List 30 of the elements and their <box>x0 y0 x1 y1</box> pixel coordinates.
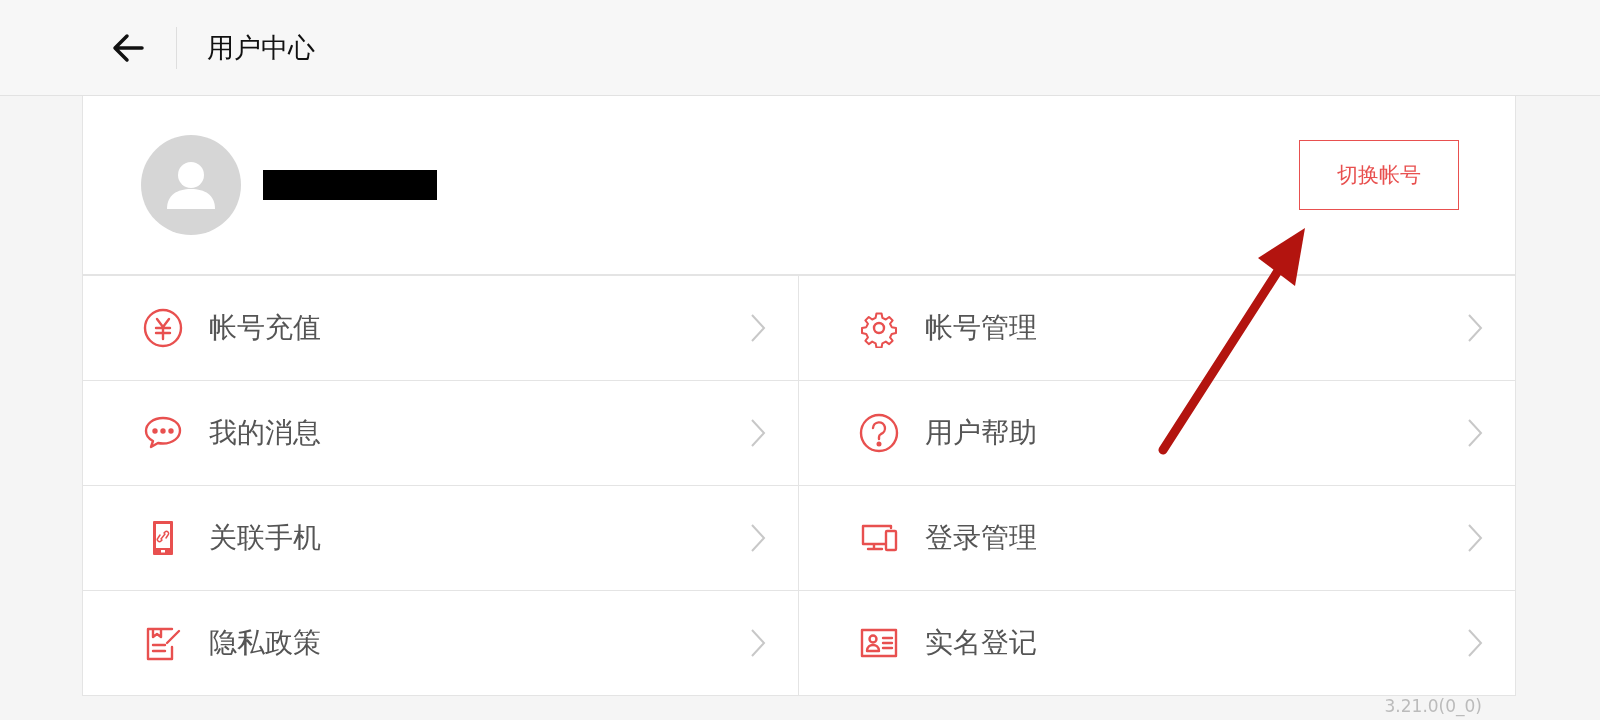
menu-item[interactable]: 关联手机 <box>83 486 799 591</box>
menu-label: 帐号充值 <box>209 310 321 346</box>
switch-account-button[interactable]: 切换帐号 <box>1299 140 1459 210</box>
help-icon <box>859 413 899 453</box>
page-title: 用户中心 <box>207 30 315 65</box>
version-text: 3.21.0(0_0) <box>1384 696 1482 716</box>
menu-item[interactable]: 实名登记 <box>799 591 1515 695</box>
menu-item[interactable]: 帐号管理 <box>799 276 1515 381</box>
chevron-right-icon <box>1467 523 1483 553</box>
chevron-right-icon <box>750 418 766 448</box>
chevron-right-icon <box>1467 418 1483 448</box>
menu-label: 我的消息 <box>209 415 321 451</box>
chevron-right-icon <box>1467 628 1483 658</box>
chevron-right-icon <box>750 313 766 343</box>
chevron-right-icon <box>1467 313 1483 343</box>
menu-item[interactable]: 帐号充值 <box>83 276 799 381</box>
chevron-right-icon <box>750 523 766 553</box>
menu-label: 帐号管理 <box>925 310 1037 346</box>
chevron-right-icon <box>750 628 766 658</box>
menu-label: 用户帮助 <box>925 415 1037 451</box>
menu-item[interactable]: 用户帮助 <box>799 381 1515 486</box>
menu-label: 登录管理 <box>925 520 1037 556</box>
avatar-icon <box>141 135 241 235</box>
menu-item[interactable]: 隐私政策 <box>83 591 799 695</box>
menu-item[interactable]: 我的消息 <box>83 381 799 486</box>
menu-label: 实名登记 <box>925 625 1037 661</box>
yen-icon <box>143 308 183 348</box>
menu-item[interactable]: 登录管理 <box>799 486 1515 591</box>
menu-label: 关联手机 <box>209 520 321 556</box>
menu-label: 隐私政策 <box>209 625 321 661</box>
